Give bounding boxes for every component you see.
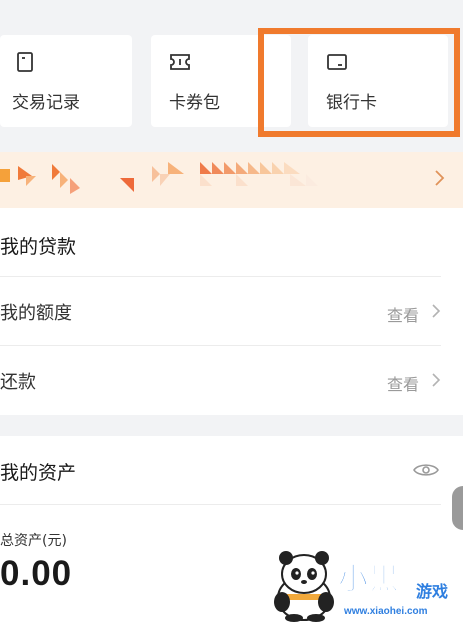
row-my-credit-limit[interactable]: 我的额度 查看 [0, 277, 441, 345]
divider [0, 504, 441, 505]
ticket-icon [170, 54, 190, 70]
shortcut-label: 卡券包 [169, 93, 220, 113]
floating-side-handle[interactable] [452, 486, 463, 530]
row-label: 还款 [0, 372, 36, 393]
panda-mascot-logo [274, 551, 334, 622]
shortcut-label: 银行卡 [326, 93, 377, 113]
document-icon [17, 52, 33, 72]
view-link[interactable]: 查看 [387, 302, 419, 326]
shortcut-label: 交易记录 [12, 93, 80, 113]
shortcut-card-transactions[interactable]: 交易记录 [0, 35, 132, 127]
watermark-sub: 游戏 [416, 582, 449, 601]
eye-icon[interactable] [413, 462, 439, 478]
section-title-assets: 我的资产 [0, 462, 77, 484]
row-label: 我的额度 [0, 303, 72, 324]
chevron-right-icon [432, 304, 441, 318]
view-link[interactable]: 查看 [387, 371, 419, 395]
section-title-loans: 我的贷款 [0, 236, 77, 258]
row-repayment[interactable]: 还款 查看 [0, 346, 441, 414]
watermark-url: www.xiaohei.com [344, 606, 428, 617]
chevron-right-icon [435, 170, 445, 186]
shortcut-card-coupons[interactable]: 卡券包 [151, 35, 291, 127]
promo-banner[interactable] [0, 152, 463, 208]
bank-card-icon [327, 54, 347, 70]
site-watermark: 小黑 游戏 www.xiaohei.com [266, 548, 463, 622]
watermark-brand: 小黑 [338, 562, 400, 598]
total-assets-label: 总资产(元) [0, 533, 67, 549]
total-assets-value: 0.00 [0, 554, 73, 593]
shortcut-card-bank-cards[interactable]: 银行卡 [308, 35, 448, 127]
loans-section: 我的贷款 我的额度 查看 还款 查看 [0, 208, 463, 415]
chevron-right-icon [432, 373, 441, 387]
banner-pattern [0, 162, 318, 194]
